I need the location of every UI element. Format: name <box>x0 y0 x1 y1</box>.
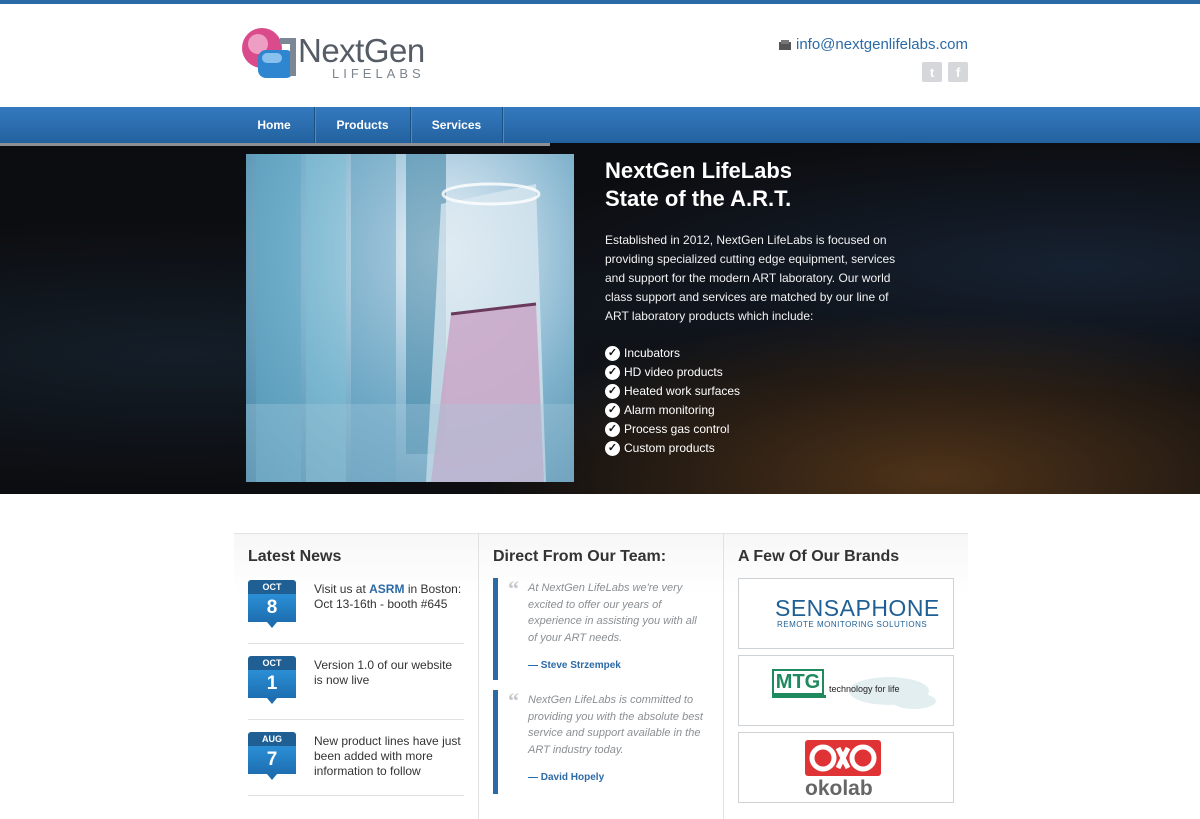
hero-title-line-2: State of the A.R.T. <box>605 186 792 211</box>
logo-subtitle: LIFELABS <box>332 66 425 81</box>
team-column: Direct From Our Team: “ At NextGen LifeL… <box>479 534 724 819</box>
sensaphone-tagline: REMOTE MONITORING SOLUTIONS <box>777 620 928 629</box>
news-item: AUG 7 New product lines have just been a… <box>248 730 464 796</box>
news-text-start: Visit us at <box>314 582 370 596</box>
list-item-label: Alarm monitoring <box>624 403 715 417</box>
hero-test-tubes-image <box>246 154 574 482</box>
okolab-logo-icon <box>805 740 881 776</box>
brands-title: A Few Of Our Brands <box>738 548 900 565</box>
check-circle-icon: ✓ <box>605 384 620 399</box>
news-text: New product lines have just been added w… <box>314 734 461 778</box>
quote-author[interactable]: — Steve Strzempek <box>528 660 703 671</box>
facebook-icon[interactable]: f <box>948 62 968 82</box>
hero-banner: NextGen LifeLabs State of the A.R.T. Est… <box>0 143 1200 494</box>
list-item: ✓ Heated work surfaces <box>605 382 905 401</box>
team-quote: “ At NextGen LifeLabs we're very excited… <box>493 576 709 680</box>
brand-okolab[interactable]: okolab <box>738 732 954 803</box>
check-circle-icon: ✓ <box>605 365 620 380</box>
content-columns: Latest News OCT 8 Visit us at ASRM in Bo… <box>234 533 968 819</box>
check-circle-icon: ✓ <box>605 346 620 361</box>
brands-column: A Few Of Our Brands SENSAPHONE REMOTE MO… <box>724 534 968 819</box>
sensaphone-logo-text: SENSAPHONE <box>775 595 940 621</box>
quote-icon: “ <box>508 576 519 601</box>
list-item: ✓ HD video products <box>605 363 905 382</box>
date-month: AUG <box>248 732 296 746</box>
check-circle-icon: ✓ <box>605 403 620 418</box>
main-nav: Home Products Services <box>0 107 1200 143</box>
date-day: 7 <box>248 746 296 780</box>
news-text: Visit us at ASRM in Boston: Oct 13-16th … <box>314 580 464 629</box>
quote-text: NextGen LifeLabs is committed to providi… <box>528 694 703 756</box>
nav-underline <box>0 143 550 146</box>
brand-sensaphone[interactable]: SENSAPHONE REMOTE MONITORING SOLUTIONS <box>738 578 954 649</box>
check-circle-icon: ✓ <box>605 441 620 456</box>
quote-text: At NextGen LifeLabs we're very excited t… <box>528 582 697 644</box>
date-day: 1 <box>248 670 296 704</box>
latest-news-title: Latest News <box>248 548 342 565</box>
latest-news-column: Latest News OCT 8 Visit us at ASRM in Bo… <box>234 534 479 819</box>
nav-item-services[interactable]: Services <box>411 107 503 143</box>
envelope-icon <box>779 39 791 50</box>
team-quote: “ NextGen LifeLabs is committed to provi… <box>493 688 709 794</box>
email-link[interactable]: info@nextgenlifelabs.com <box>796 36 968 53</box>
logo-wordmark: NextGen <box>298 32 425 69</box>
news-item: OCT 8 Visit us at ASRM in Boston: Oct 13… <box>248 578 464 644</box>
hero-title: NextGen LifeLabs State of the A.R.T. <box>605 157 905 213</box>
nav-item-home[interactable]: Home <box>234 107 315 143</box>
list-item-label: HD video products <box>624 365 723 379</box>
social-links: t f <box>922 62 968 82</box>
team-title: Direct From Our Team: <box>493 548 667 565</box>
date-day: 8 <box>248 594 296 628</box>
check-circle-icon: ✓ <box>605 422 620 437</box>
date-badge: OCT 1 <box>248 656 296 705</box>
logo-mark-icon <box>242 28 296 78</box>
product-list: ✓ Incubators ✓ HD video products ✓ Heated w… <box>605 344 905 458</box>
list-item: ✓ Process gas control <box>605 420 905 439</box>
date-badge: AUG 7 <box>248 732 296 781</box>
list-item-label: Custom products <box>624 441 715 455</box>
quote-icon: “ <box>508 688 519 713</box>
list-item: ✓ Custom products <box>605 439 905 458</box>
quote-author[interactable]: — David Hopely <box>528 772 703 783</box>
contact-email[interactable]: info@nextgenlifelabs.com <box>779 36 968 53</box>
list-item-label: Process gas control <box>624 422 730 436</box>
date-badge: OCT 8 <box>248 580 296 629</box>
site-header: NextGen LIFELABS info@nextgenlifelabs.co… <box>0 4 1200 107</box>
list-item-label: Heated work surfaces <box>624 384 741 398</box>
mtg-tagline: technology for life <box>829 684 900 694</box>
twitter-icon[interactable]: t <box>922 62 942 82</box>
list-item-label: Incubators <box>624 346 681 360</box>
news-item: OCT 1 Version 1.0 of our website is now … <box>248 654 464 720</box>
brand-mtg[interactable]: MTG technology for life <box>738 655 954 726</box>
date-month: OCT <box>248 656 296 670</box>
list-item: ✓ Incubators <box>605 344 905 363</box>
news-text: Version 1.0 of our website is now live <box>314 658 453 687</box>
mtg-logo-line <box>772 695 826 698</box>
hero-title-line-1: NextGen LifeLabs <box>605 158 793 183</box>
hero-content: NextGen LifeLabs State of the A.R.T. Est… <box>605 157 905 458</box>
okolab-logo-text: okolab <box>805 777 873 800</box>
list-item: ✓ Alarm monitoring <box>605 401 905 420</box>
mtg-logo-text: MTG <box>772 669 824 695</box>
site-logo[interactable]: NextGen LIFELABS <box>240 26 470 86</box>
hero-description: Established in 2012, NextGen LifeLabs is… <box>605 233 896 323</box>
asrm-link[interactable]: ASRM <box>369 582 404 596</box>
date-month: OCT <box>248 580 296 594</box>
nav-item-products[interactable]: Products <box>315 107 411 143</box>
test-tubes-illustration <box>246 154 574 482</box>
